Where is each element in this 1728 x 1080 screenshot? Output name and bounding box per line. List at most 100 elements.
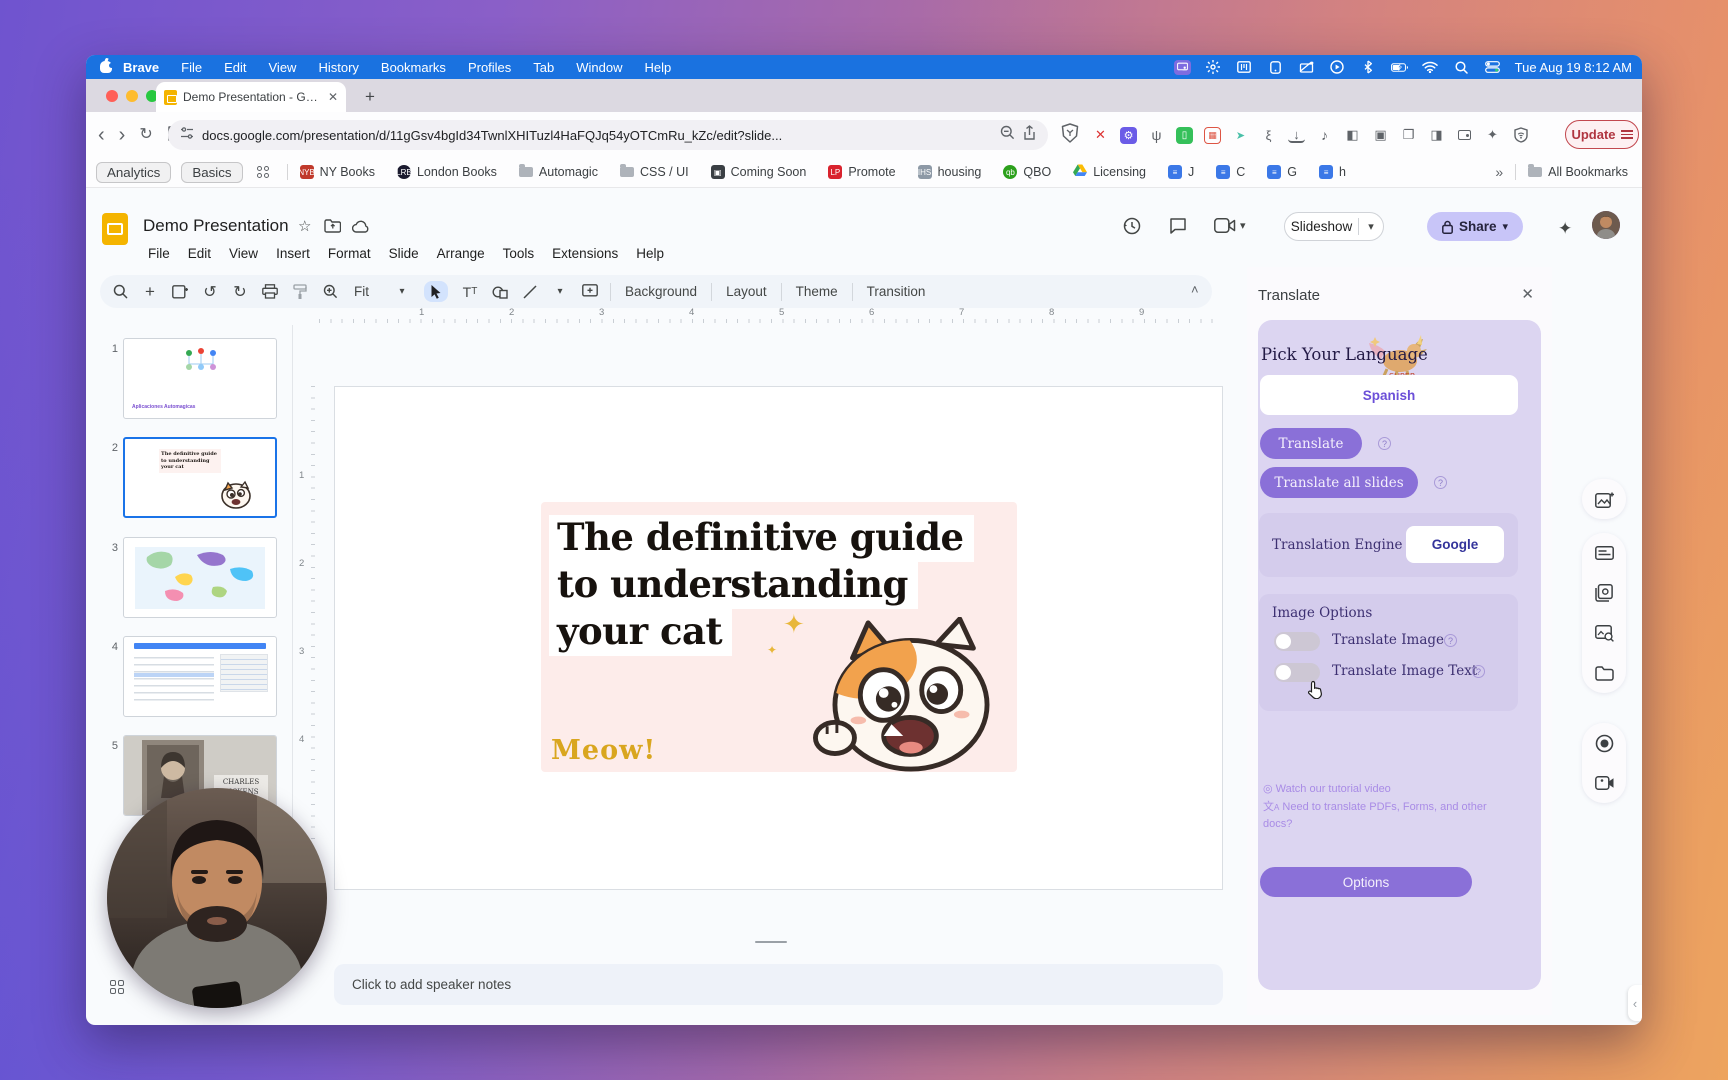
search-menus-icon[interactable] bbox=[112, 284, 128, 299]
image-search-icon[interactable] bbox=[1594, 623, 1614, 643]
bookmark-licensing[interactable]: Licensing bbox=[1073, 164, 1146, 180]
brave-shield-icon[interactable] bbox=[1061, 123, 1079, 148]
bookmark-london-books[interactable]: LRBLondon Books bbox=[397, 165, 497, 179]
frame-extension-icon[interactable]: ▣ bbox=[1372, 127, 1389, 144]
sidebar-toggle-icon[interactable]: ◨ bbox=[1428, 127, 1445, 144]
menu-format[interactable]: Format bbox=[321, 244, 378, 263]
account-avatar[interactable] bbox=[1592, 211, 1620, 239]
reload-button[interactable]: ↻ bbox=[139, 127, 152, 143]
leo-ai-icon[interactable]: ✦ bbox=[1484, 127, 1501, 144]
line-dropdown-icon[interactable]: ▾ bbox=[552, 286, 568, 297]
menubar-tab[interactable]: Tab bbox=[533, 60, 554, 75]
apps-grid-icon[interactable] bbox=[257, 166, 269, 178]
wallet-icon[interactable] bbox=[1456, 127, 1473, 144]
line-tool[interactable] bbox=[522, 285, 538, 299]
menu-arrange[interactable]: Arrange bbox=[430, 244, 492, 263]
theme-button[interactable]: Theme bbox=[787, 284, 847, 299]
device-shield-icon[interactable] bbox=[1267, 60, 1284, 75]
tutorial-video-link[interactable]: ◎ Watch our tutorial video bbox=[1263, 782, 1513, 795]
translate-image-toggle[interactable] bbox=[1274, 632, 1320, 651]
layout-button[interactable]: Layout bbox=[717, 284, 776, 299]
zoom-dropdown-icon[interactable]: ▾ bbox=[394, 286, 410, 297]
bookmark-g[interactable]: ≡G bbox=[1267, 165, 1297, 179]
menubar-clock[interactable]: Tue Aug 19 8:12 AM bbox=[1515, 60, 1632, 75]
minimize-window-button[interactable] bbox=[126, 90, 138, 102]
translate-help-icon[interactable]: ? bbox=[1378, 437, 1391, 450]
new-slide-plus-icon[interactable]: + bbox=[142, 282, 158, 302]
zoom-level-select[interactable]: Fit bbox=[345, 284, 378, 299]
menu-tools[interactable]: Tools bbox=[496, 244, 542, 263]
slide-thumbnail-2-selected[interactable]: The definitive guide to understanding yo… bbox=[123, 437, 277, 518]
calendar-extension-icon[interactable]: ▦ bbox=[1204, 127, 1221, 144]
close-panel-icon[interactable]: ✕ bbox=[1521, 285, 1534, 303]
downloads-icon[interactable]: ↓ bbox=[1288, 128, 1305, 143]
translate-all-help-icon[interactable]: ? bbox=[1434, 476, 1447, 489]
bookmark-group-analytics[interactable]: Analytics bbox=[96, 162, 171, 183]
options-button[interactable]: Options bbox=[1260, 867, 1472, 897]
translate-button[interactable]: Translate bbox=[1260, 428, 1362, 459]
share-button[interactable]: Share ▾ bbox=[1427, 212, 1523, 241]
site-settings-icon[interactable] bbox=[180, 126, 194, 145]
shape-tool[interactable] bbox=[492, 285, 508, 299]
window-manager-icon[interactable] bbox=[1236, 60, 1253, 75]
all-bookmarks[interactable]: All Bookmarks bbox=[1528, 165, 1628, 179]
bookmark-qbo[interactable]: qbQBO bbox=[1003, 165, 1051, 179]
paint-format-icon[interactable] bbox=[292, 284, 308, 300]
add-image-icon[interactable] bbox=[1594, 489, 1614, 509]
bookmarks-overflow-icon[interactable]: » bbox=[1495, 164, 1503, 180]
screenshot-stack-icon[interactable] bbox=[1594, 583, 1614, 603]
folder-icon[interactable] bbox=[1594, 663, 1614, 683]
update-browser-button[interactable]: Update bbox=[1565, 120, 1639, 149]
settings-extension-icon[interactable]: ⚙ bbox=[1120, 127, 1137, 144]
menu-insert[interactable]: Insert bbox=[269, 244, 317, 263]
menubar-bookmarks[interactable]: Bookmarks bbox=[381, 60, 446, 75]
menubar-app-menu[interactable]: Brave bbox=[123, 60, 159, 75]
settings-menu-icon[interactable] bbox=[1205, 60, 1222, 75]
wifi-icon[interactable] bbox=[1422, 60, 1439, 75]
send-extension-icon[interactable]: ➤ bbox=[1232, 127, 1249, 144]
transition-button[interactable]: Transition bbox=[858, 284, 935, 299]
slideshow-button[interactable]: Slideshow ▾ bbox=[1284, 212, 1384, 241]
share-dropdown[interactable]: ▾ bbox=[1503, 220, 1509, 233]
menubar-edit[interactable]: Edit bbox=[224, 60, 246, 75]
battery-icon[interactable] bbox=[1391, 60, 1408, 75]
bookmark-c[interactable]: ≡C bbox=[1216, 165, 1245, 179]
undo-icon[interactable]: ↺ bbox=[202, 282, 218, 302]
notes-resize-handle[interactable] bbox=[755, 941, 787, 943]
menubar-view[interactable]: View bbox=[269, 60, 297, 75]
bookmark-group-basics[interactable]: Basics bbox=[181, 162, 242, 183]
slide-thumbnail-1[interactable]: Aplicaciones Automagicas bbox=[123, 338, 277, 419]
menu-help[interactable]: Help bbox=[629, 244, 671, 263]
zoom-out-page-icon[interactable] bbox=[1000, 125, 1015, 145]
grid-view-icon[interactable] bbox=[110, 980, 125, 995]
psi-extension-icon[interactable]: ψ bbox=[1148, 127, 1165, 144]
camera-toggle-icon[interactable] bbox=[1594, 773, 1614, 793]
engine-google-button[interactable]: Google bbox=[1406, 526, 1504, 563]
address-bar[interactable]: docs.google.com/presentation/d/11gGsv4bg… bbox=[168, 120, 1048, 150]
translate-all-slides-button[interactable]: Translate all slides bbox=[1260, 467, 1418, 498]
control-center-icon[interactable] bbox=[1484, 60, 1501, 75]
menubar-history[interactable]: History bbox=[318, 60, 358, 75]
print-icon[interactable] bbox=[262, 284, 278, 299]
menubar-profiles[interactable]: Profiles bbox=[468, 60, 511, 75]
text-box-tool[interactable]: TT bbox=[462, 284, 478, 300]
redo-icon[interactable]: ↻ bbox=[232, 282, 248, 302]
bluetooth-icon[interactable] bbox=[1360, 60, 1377, 75]
menu-file[interactable]: File bbox=[141, 244, 177, 263]
cloud-saved-icon[interactable] bbox=[352, 220, 370, 238]
background-button[interactable]: Background bbox=[616, 284, 706, 299]
bookmark-ny-books[interactable]: NYBNY Books bbox=[300, 165, 375, 179]
new-slide-layout-icon[interactable] bbox=[172, 285, 188, 299]
bookmark-housing[interactable]: IHShousing bbox=[918, 165, 982, 179]
x-extension-icon[interactable]: ✕ bbox=[1092, 127, 1109, 144]
bookmark-automagic[interactable]: Automagic bbox=[519, 165, 598, 179]
bookmark-j[interactable]: ≡J bbox=[1168, 165, 1194, 179]
forward-button[interactable]: › bbox=[119, 125, 126, 145]
star-document-icon[interactable]: ☆ bbox=[298, 217, 311, 235]
slide-meow-text[interactable]: Meow! bbox=[551, 735, 656, 766]
speaker-notes[interactable]: Click to add speaker notes bbox=[334, 964, 1223, 1005]
menu-slide[interactable]: Slide bbox=[382, 244, 426, 263]
close-window-button[interactable] bbox=[106, 90, 118, 102]
collapse-strip-handle[interactable]: ‹ bbox=[1628, 985, 1642, 1021]
bookmark-promote[interactable]: LPPromote bbox=[828, 165, 895, 179]
